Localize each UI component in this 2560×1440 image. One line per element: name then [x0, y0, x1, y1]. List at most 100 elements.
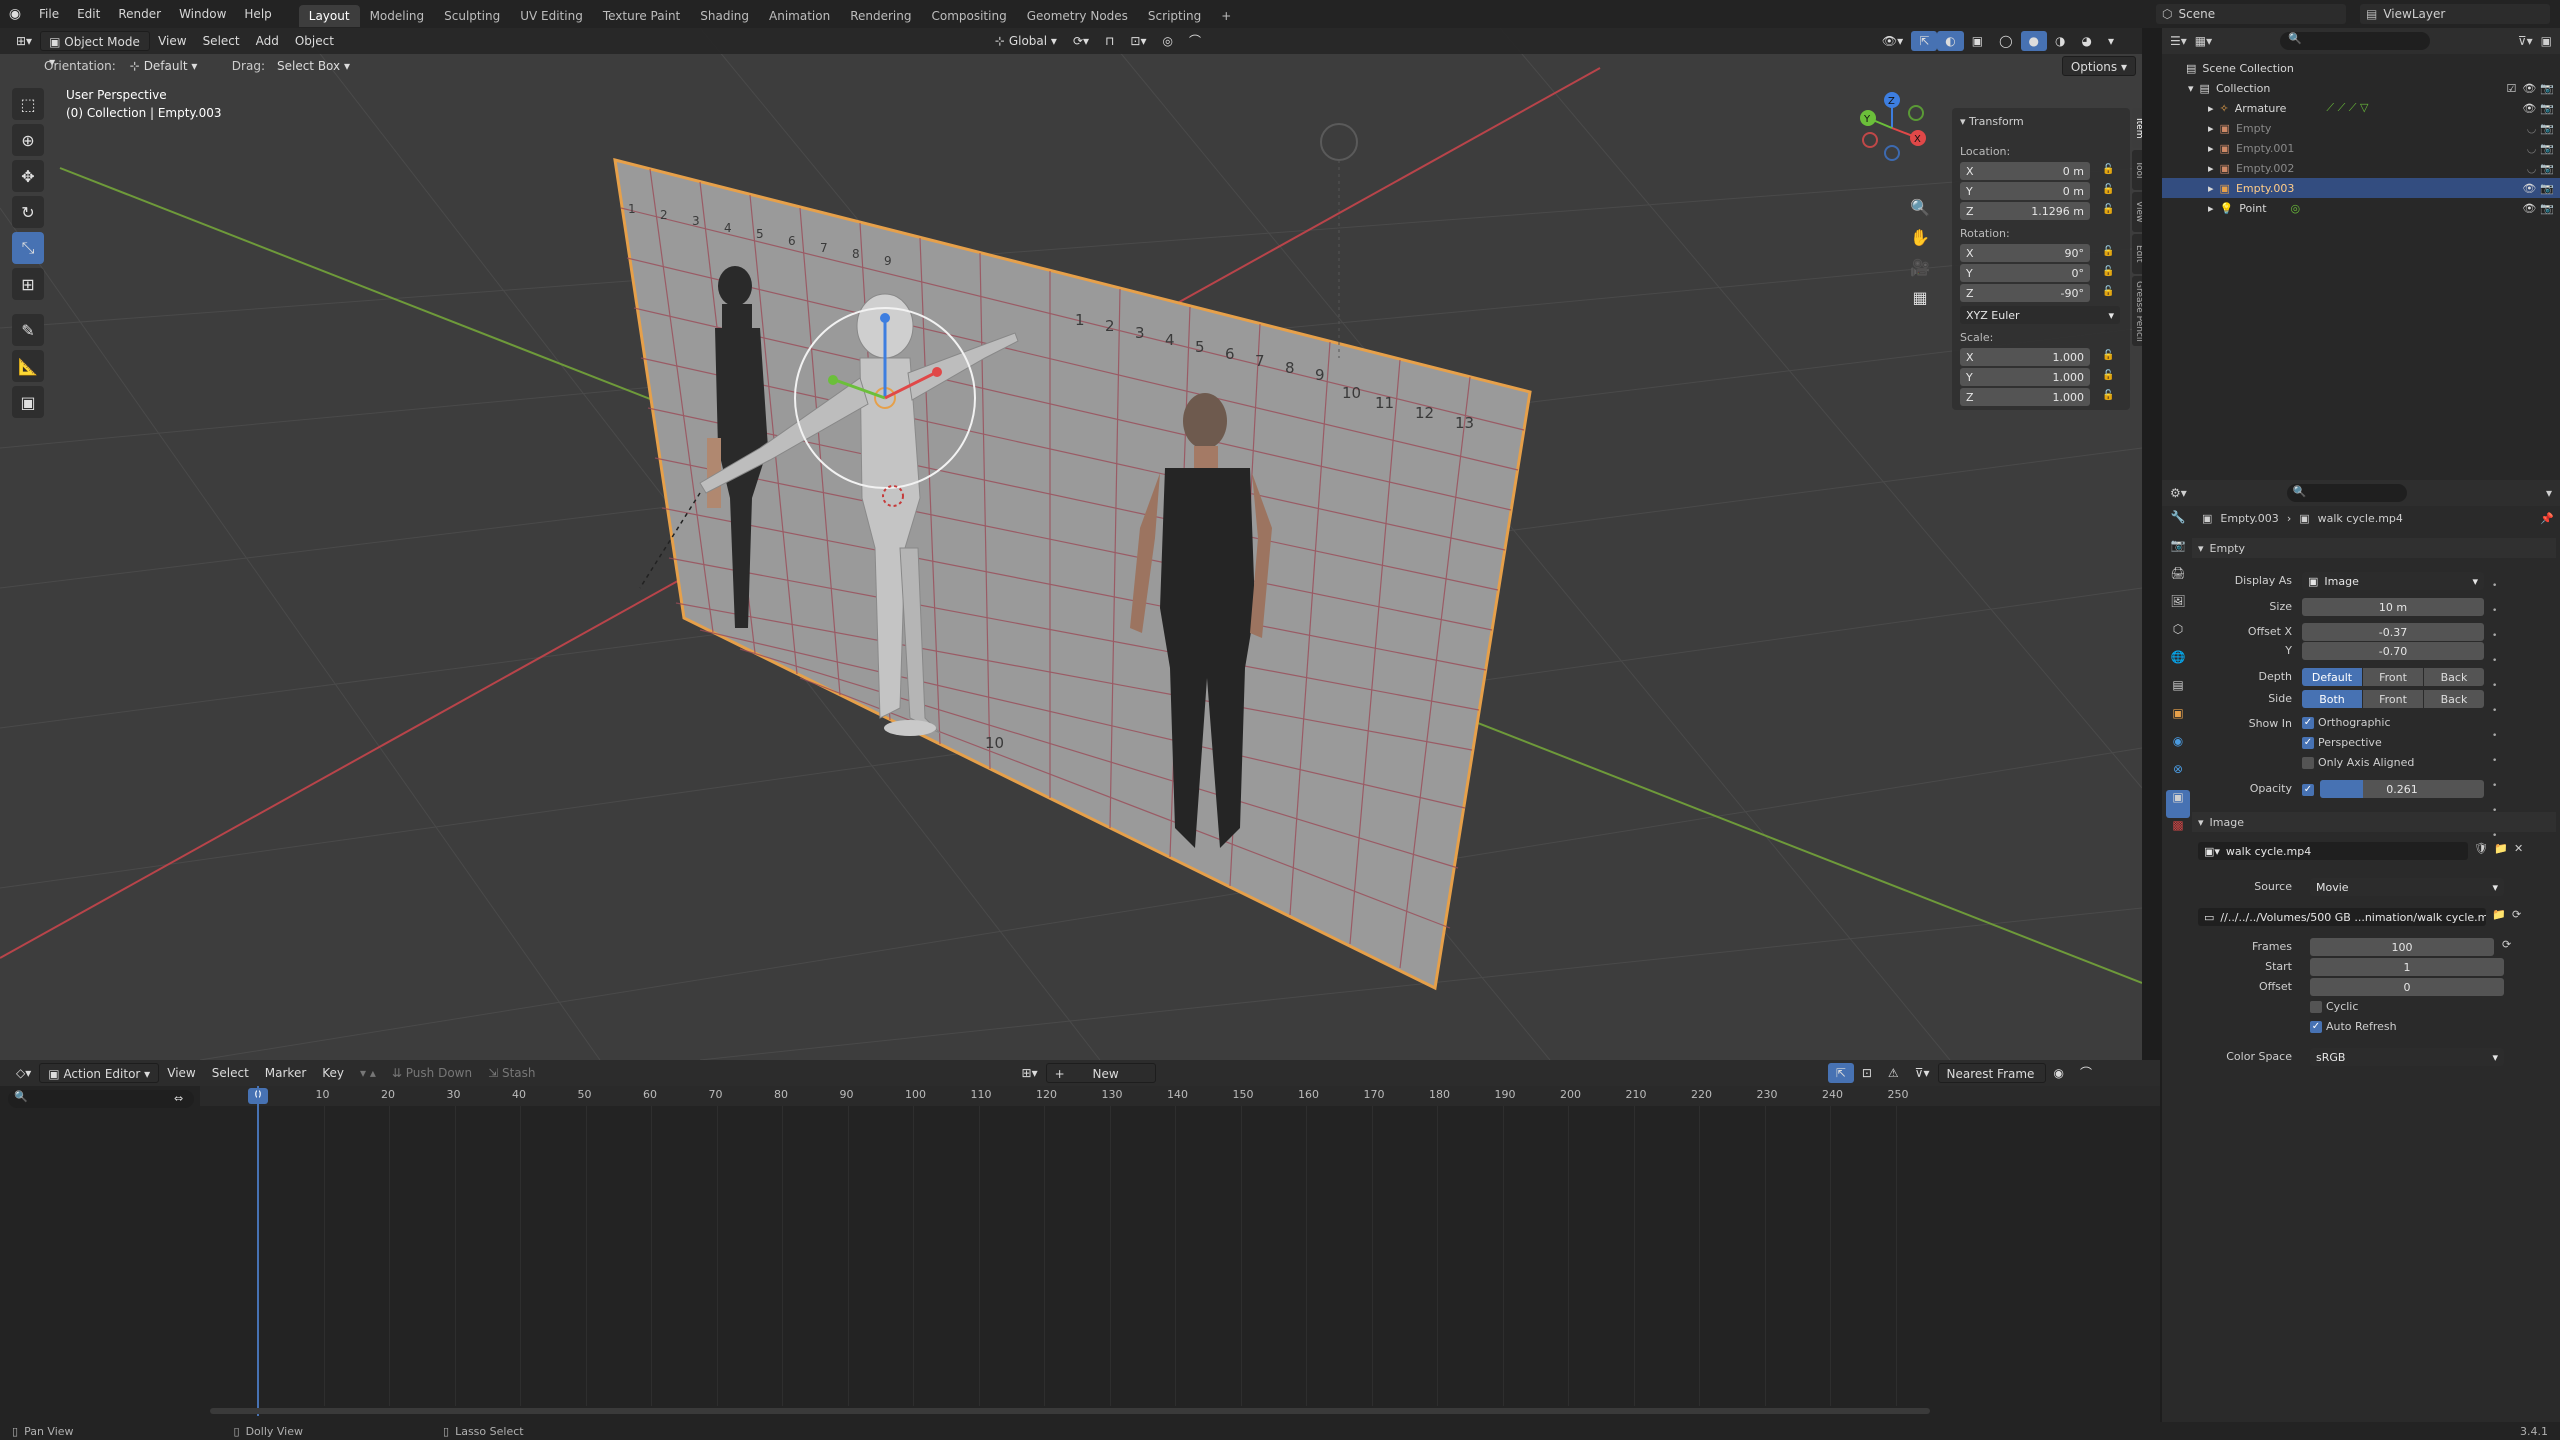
expand-icon[interactable]: ▸	[2208, 102, 2214, 115]
blender-logo-icon[interactable]: ◉	[0, 0, 30, 28]
horizontal-scrollbar[interactable]	[210, 1408, 1930, 1414]
mode-selector[interactable]: ▣ Object Mode ▾	[40, 31, 151, 69]
shading-wireframe-icon[interactable]: ◯	[1991, 31, 2020, 51]
eye-icon[interactable]: 👁	[2522, 82, 2536, 95]
collection-row[interactable]: ▾ ▤ Collection ☑ 👁 📷	[2162, 78, 2560, 98]
menu-file[interactable]: File	[30, 0, 68, 28]
proportional-edit-icon[interactable]: ◉	[2046, 1063, 2072, 1083]
size-field[interactable]: 10 m	[2302, 598, 2484, 616]
menu-window[interactable]: Window	[170, 0, 235, 28]
xray-toggle-icon[interactable]: ▣	[1964, 31, 1991, 51]
source-dropdown[interactable]: Movie ▾	[2310, 878, 2504, 896]
start-field[interactable]: 1	[2310, 958, 2504, 976]
outliner-item[interactable]: ▸ ▣ Empty.001 ◡ 📷	[2162, 138, 2560, 158]
perspective-checkbox[interactable]: ✓ Perspective	[2302, 736, 2382, 749]
only-errors-icon[interactable]: ⚠	[1880, 1063, 1907, 1083]
fake-user-icon[interactable]: 🛡	[2474, 842, 2488, 855]
menu-view[interactable]: View	[159, 1063, 203, 1083]
editor-type-icon[interactable]: ◇▾	[8, 1063, 39, 1083]
eye-closed-icon[interactable]: ◡	[2527, 142, 2537, 155]
eye-icon[interactable]: 👁	[2522, 182, 2536, 195]
swap-icon[interactable]: ⇔	[174, 1092, 183, 1105]
drag-selector[interactable]: Select Box ▾	[269, 56, 358, 76]
render-tab-icon[interactable]: 📷	[2166, 538, 2190, 566]
menu-select[interactable]: Select	[204, 1063, 257, 1083]
expand-icon[interactable]: ▸	[2208, 202, 2214, 215]
camera-icon[interactable]: 📷	[2540, 102, 2554, 115]
tab-scripting[interactable]: Scripting	[1138, 5, 1211, 27]
camera-icon[interactable]: 📷	[2540, 202, 2554, 215]
frame-ruler[interactable]: 0 10203040506070809010011012013014015016…	[200, 1086, 2160, 1106]
scale-x-field[interactable]: X 1.000	[1960, 348, 2090, 366]
tab-animation[interactable]: Animation	[759, 5, 840, 27]
camera-icon[interactable]: 📷	[2540, 182, 2554, 195]
pin-icon[interactable]: 📌	[2540, 512, 2554, 525]
expand-icon[interactable]: ▸	[2208, 162, 2214, 175]
tab-item[interactable]: Item	[2132, 108, 2142, 148]
editor-mode-selector[interactable]: ▣ Action Editor ▾	[39, 1063, 160, 1083]
rotation-mode-dropdown[interactable]: XYZ Euler ▾	[1960, 306, 2120, 324]
empty-section-header[interactable]: ▾ Empty	[2192, 538, 2556, 558]
menu-object[interactable]: Object	[287, 31, 342, 51]
proportional-edit-icon[interactable]: ◎	[1154, 31, 1180, 51]
perspective-toggle-icon[interactable]: ▦	[1908, 288, 1932, 318]
lock-icon[interactable]: 🔓	[2102, 204, 2116, 218]
channel-search-input[interactable]: 🔍	[8, 1090, 194, 1108]
folder-icon[interactable]: 📁	[2492, 908, 2506, 921]
falloff-icon[interactable]: ⌒	[1181, 31, 1209, 51]
outliner-search-input[interactable]: 🔍	[2280, 32, 2431, 50]
menu-add[interactable]: Add	[248, 31, 287, 51]
menu-help[interactable]: Help	[235, 0, 280, 28]
camera-icon[interactable]: 📷	[2540, 142, 2554, 155]
camera-icon[interactable]: 📷	[2540, 162, 2554, 175]
rotate-tool-icon[interactable]: ↻	[12, 196, 44, 228]
lock-icon[interactable]: 🔓	[2102, 266, 2116, 280]
tab-geometry-nodes[interactable]: Geometry Nodes	[1017, 5, 1138, 27]
rotation-x-field[interactable]: X 90°	[1960, 244, 2090, 262]
transform-panel-header[interactable]: ▾ Transform	[1960, 112, 2126, 130]
menu-key[interactable]: Key	[314, 1063, 352, 1083]
eye-closed-icon[interactable]: ◡	[2527, 162, 2537, 175]
properties-search-input[interactable]: 🔍	[2286, 484, 2407, 502]
tab-view[interactable]: View	[2132, 192, 2142, 232]
location-y-field[interactable]: Y 0 m	[1960, 182, 2090, 200]
scene-selector[interactable]: ⬡ Scene	[2156, 4, 2346, 24]
only-axis-aligned-checkbox[interactable]: Only Axis Aligned	[2302, 756, 2414, 769]
viewlayer-selector[interactable]: ▤ ViewLayer	[2360, 4, 2550, 24]
measure-tool-icon[interactable]: 📐	[12, 350, 44, 382]
side-front-button[interactable]: Front	[2363, 690, 2423, 708]
close-icon[interactable]: ✕	[2514, 842, 2523, 855]
add-cube-tool-icon[interactable]: ▣	[12, 386, 44, 418]
new-action-button[interactable]: + New	[1045, 1063, 1156, 1083]
eye-icon[interactable]: 👁	[2522, 202, 2536, 215]
layer-up-icon[interactable]: ▾ ▴	[352, 1063, 384, 1083]
expand-icon[interactable]: ▸	[2208, 182, 2214, 195]
filepath-field[interactable]: ▭ //../../../Volumes/500 GB ...nimation/…	[2198, 908, 2486, 926]
open-file-icon[interactable]: 📁	[2494, 842, 2508, 855]
zoom-icon[interactable]: 🔍	[1908, 198, 1932, 228]
pivot-point-icon[interactable]: ⟳▾	[1065, 31, 1097, 51]
snap-icon[interactable]: ⊓	[1097, 31, 1122, 51]
shading-solid-icon[interactable]: ●	[2020, 31, 2047, 51]
camera-icon[interactable]: 📷	[2540, 82, 2554, 95]
falloff-icon[interactable]: ⌒	[2072, 1063, 2100, 1083]
image-section-header[interactable]: ▾ Image	[2192, 812, 2556, 832]
shading-rendered-icon[interactable]: ◕	[2073, 31, 2099, 51]
visibility-icon[interactable]: 👁▾	[1874, 31, 1911, 51]
editor-type-icon[interactable]: ⚙▾	[2170, 486, 2187, 500]
refresh-icon[interactable]: ⟳	[2502, 938, 2511, 951]
add-workspace-button[interactable]: +	[1211, 5, 1241, 27]
new-collection-icon[interactable]: ▣	[2541, 34, 2552, 48]
scene-collection-row[interactable]: ▤ Scene Collection	[2162, 58, 2560, 78]
filter-icon[interactable]: ⊽▾	[1907, 1063, 1938, 1083]
opacity-slider[interactable]: 0.261	[2320, 780, 2484, 798]
expand-icon[interactable]: ▸	[2208, 142, 2214, 155]
push-down-button[interactable]: ⇊ Push Down	[384, 1063, 480, 1083]
gizmo-toggle-icon[interactable]: ⇱	[1911, 31, 1938, 51]
checkbox-icon[interactable]: ☑	[2506, 82, 2516, 95]
rotation-z-field[interactable]: Z -90°	[1960, 284, 2090, 302]
menu-select[interactable]: Select	[195, 31, 248, 51]
offset-field[interactable]: 0	[2310, 978, 2504, 996]
reload-icon[interactable]: ⟳	[2512, 908, 2521, 921]
snap-target-icon[interactable]: ⊡▾	[1122, 31, 1154, 51]
